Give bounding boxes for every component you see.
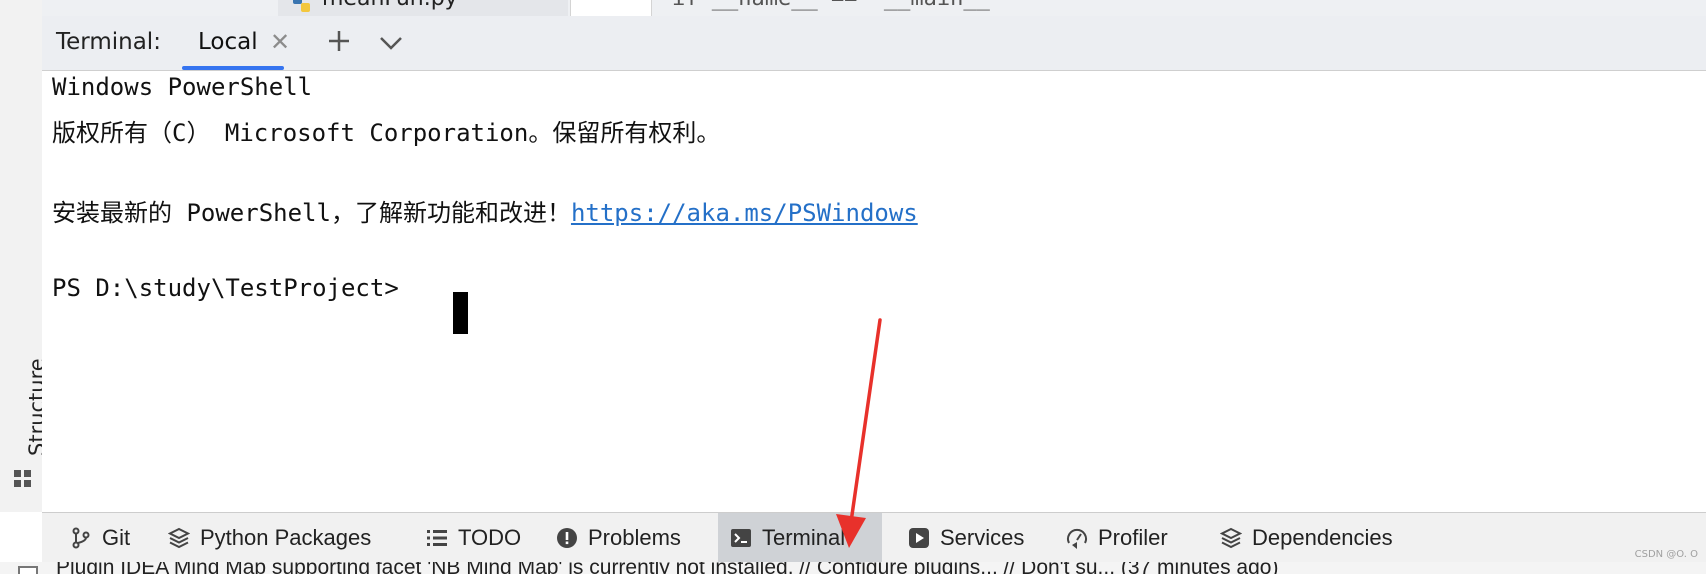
tool-services-label: Services [940, 525, 1025, 550]
tool-window-bar: Git Python Packages TODO Problems Termin… [42, 512, 1706, 563]
install-hint-text: 安装最新的 PowerShell，了解新功能和改进！ [52, 199, 571, 227]
plus-icon[interactable] [324, 26, 354, 56]
structure-tool-button[interactable]: Structure [0, 352, 49, 502]
editor-tab-label: meanFun.py [322, 0, 458, 11]
left-tool-strip: Structure [0, 0, 49, 512]
pswindows-link[interactable]: https://aka.ms/PSWindows [571, 199, 918, 227]
tool-dependencies-button[interactable]: Dependencies [1220, 513, 1410, 563]
tool-terminal-label: Terminal [762, 525, 846, 550]
code-fragment: if __name__ == '__main__' [672, 0, 1003, 11]
terminal-cursor [453, 292, 468, 334]
watermark: CSDN @O. O [1634, 549, 1698, 560]
tool-terminal-button[interactable]: Terminal [718, 513, 882, 563]
python-file-icon [293, 0, 310, 12]
layers-icon [168, 527, 190, 549]
status-checkbox-icon[interactable] [18, 566, 38, 574]
close-icon[interactable]: ✕ [270, 28, 290, 56]
terminal-line: 安装最新的 PowerShell，了解新功能和改进！https://aka.ms… [52, 193, 918, 228]
tool-todo-button[interactable]: TODO [426, 513, 536, 563]
git-branch-icon [72, 527, 90, 549]
tool-problems-button[interactable]: Problems [556, 513, 696, 563]
tool-python-packages-label: Python Packages [200, 525, 372, 550]
status-message[interactable]: Plugin IDEA Mind Map supporting facet 'N… [56, 562, 1278, 574]
chevron-down-icon[interactable] [376, 28, 406, 58]
status-bar: Plugin IDEA Mind Map supporting facet 'N… [0, 562, 1706, 574]
tool-services-button[interactable]: Services [908, 513, 1038, 563]
play-circle-icon [909, 528, 929, 548]
terminal-prompt: PS D:\study\TestProject> [52, 274, 414, 302]
tool-problems-label: Problems [588, 525, 681, 550]
tool-profiler-button[interactable]: Profiler [1066, 513, 1186, 563]
tool-git-button[interactable]: Git [60, 513, 162, 563]
terminal-header: Terminal: Local ✕ [42, 16, 1706, 71]
editor-tabs-fragment: meanFun.py if __name__ == '__main__' [42, 0, 1706, 17]
tool-git-label: Git [102, 525, 131, 550]
tool-dependencies-label: Dependencies [1252, 525, 1393, 550]
editor-tab-blank [570, 0, 652, 16]
terminal-line: 版权所有（C） Microsoft Corporation。保留所有权利。 [52, 119, 721, 147]
layers-icon [1220, 527, 1242, 549]
tool-python-packages-button[interactable]: Python Packages [168, 513, 406, 563]
gauge-icon [1067, 528, 1087, 549]
active-tab-indicator [182, 66, 284, 70]
terminal-icon [731, 529, 751, 547]
terminal-output[interactable]: Windows PowerShell 版权所有（C） Microsoft Cor… [42, 71, 1706, 512]
terminal-line: Windows PowerShell [52, 73, 313, 101]
alert-circle-icon [557, 528, 577, 548]
tab-local-label: Local [198, 29, 258, 55]
tool-profiler-label: Profiler [1098, 525, 1168, 550]
terminal-title: Terminal: [56, 29, 161, 55]
structure-icon [14, 470, 31, 487]
list-icon [427, 530, 447, 546]
tool-todo-label: TODO [458, 525, 522, 550]
